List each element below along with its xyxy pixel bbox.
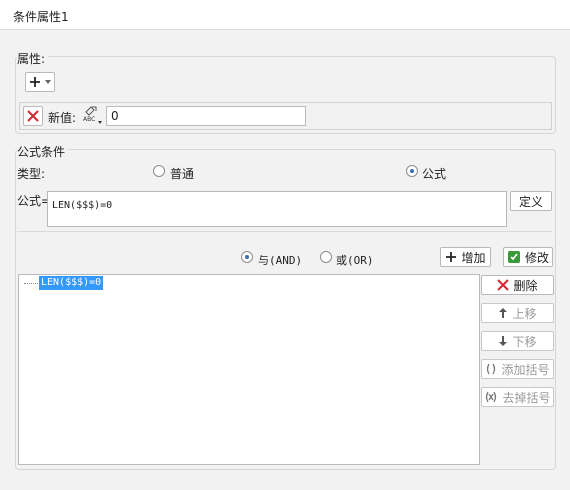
logic-or-label[interactable]: 或(OR) xyxy=(336,252,374,268)
add-condition-button[interactable]: 增加 xyxy=(440,247,491,267)
move-up-label: 上移 xyxy=(512,306,537,321)
arrow-up-icon xyxy=(498,307,508,319)
remove-property-button[interactable] xyxy=(23,106,43,126)
close-icon xyxy=(27,110,39,122)
bracket-icon xyxy=(485,363,497,375)
text-type-icon: ABC xyxy=(82,104,104,126)
logic-and-radio[interactable] xyxy=(241,251,253,263)
condition-tree-connector xyxy=(24,283,38,284)
condition-list[interactable] xyxy=(18,274,480,465)
formula-input[interactable]: LEN($$$)=0 xyxy=(47,191,507,227)
type-formula-radio[interactable] xyxy=(406,165,418,177)
define-button[interactable]: 定义 xyxy=(510,191,552,211)
remove-bracket-label: 去掉括号 xyxy=(502,390,551,405)
close-icon xyxy=(497,279,510,291)
chevron-down-icon xyxy=(45,80,51,84)
type-normal-label[interactable]: 普通 xyxy=(170,165,194,182)
modify-condition-button[interactable]: 修改 xyxy=(503,247,553,267)
move-down-label: 下移 xyxy=(512,334,537,349)
modify-icon xyxy=(507,250,521,264)
condition-list-item-text: LEN($$$)=0 xyxy=(41,277,102,288)
condition-list-item-selected[interactable]: LEN($$$)=0 xyxy=(39,276,104,290)
type-normal-radio[interactable] xyxy=(153,165,165,177)
properties-legend: 属性: xyxy=(17,50,49,67)
new-value-label: 新值: xyxy=(48,111,77,125)
formula-condition-legend: 公式条件 xyxy=(17,143,69,160)
delete-button[interactable]: 删除 xyxy=(481,275,554,295)
add-condition-label: 增加 xyxy=(461,250,486,265)
formula-input-text: LEN($$$)=0 xyxy=(52,200,113,211)
move-up-button[interactable]: 上移 xyxy=(481,303,554,323)
new-value-text: 0 xyxy=(111,109,119,123)
window-title-bar xyxy=(0,0,570,30)
separator-line xyxy=(17,231,552,232)
logic-or-radio[interactable] xyxy=(320,251,332,263)
move-down-button[interactable]: 下移 xyxy=(481,331,554,351)
arrow-down-icon xyxy=(498,335,508,347)
modify-condition-label: 修改 xyxy=(524,250,549,265)
delete-button-label: 删除 xyxy=(513,278,538,293)
new-value-input[interactable]: 0 xyxy=(106,106,306,126)
type-label: 类型: xyxy=(17,167,46,181)
add-bracket-button[interactable]: 添加括号 xyxy=(481,359,554,379)
add-bracket-label: 添加括号 xyxy=(501,362,550,377)
logic-and-label[interactable]: 与(AND) xyxy=(258,252,302,268)
window-title: 条件属性1 xyxy=(13,10,69,24)
type-formula-label[interactable]: 公式 xyxy=(422,165,446,182)
formula-label: 公式= xyxy=(17,194,52,208)
value-type-selector[interactable]: ABC xyxy=(82,104,104,126)
plus-icon xyxy=(445,251,457,263)
add-property-dropdown-button[interactable] xyxy=(25,72,55,92)
define-button-label: 定义 xyxy=(518,194,543,209)
plus-icon xyxy=(29,76,41,88)
svg-text:ABC: ABC xyxy=(83,116,95,123)
remove-bracket-button[interactable]: 去掉括号 xyxy=(481,387,554,407)
remove-bracket-icon xyxy=(484,391,498,403)
